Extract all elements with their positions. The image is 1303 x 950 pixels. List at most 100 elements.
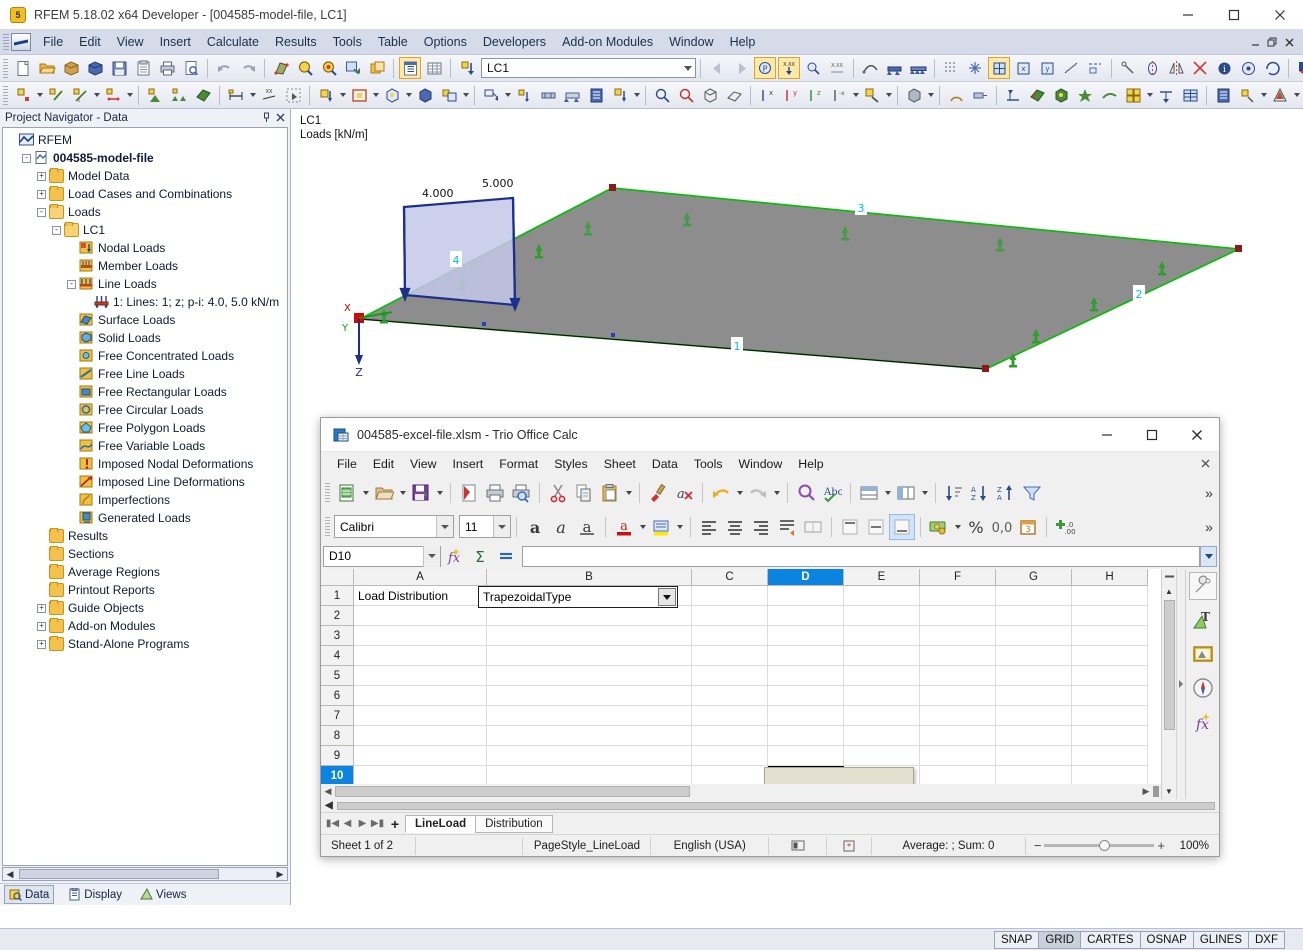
tab-scroll-left-icon[interactable]: ◀ <box>325 800 333 811</box>
column-header-F[interactable]: F <box>920 569 996 586</box>
intersection-button[interactable] <box>1189 57 1211 79</box>
prev-sheet-icon[interactable]: ◀ <box>340 818 355 829</box>
print-report-button[interactable] <box>585 84 607 106</box>
navigator-hscrollbar[interactable]: ◀ ▶ <box>2 867 288 881</box>
cell-D1[interactable] <box>768 586 844 606</box>
sidebar-navigator-icon[interactable] <box>1189 674 1217 702</box>
cell-E3[interactable] <box>844 626 920 646</box>
hscroll-left-icon[interactable]: ◀ <box>321 786 335 797</box>
text-annotation-button[interactable]: XX <box>258 84 280 106</box>
cell-D8[interactable] <box>768 726 844 746</box>
imperfection-dropdown[interactable] <box>461 84 470 106</box>
menu-insert[interactable]: Insert <box>152 32 199 52</box>
last-sheet-icon[interactable]: ▶▮ <box>370 818 385 829</box>
grid-row[interactable]: 2 <box>321 606 1161 626</box>
sum-button[interactable]: Σ <box>467 545 493 567</box>
object-snap-button[interactable] <box>988 57 1010 79</box>
status-toggle-osnap[interactable]: OSNAP <box>1140 931 1194 949</box>
select-all-corner[interactable] <box>321 569 354 586</box>
vscroll-down-icon[interactable]: ▼ <box>1162 784 1177 799</box>
page-style-status[interactable]: PageStyle_LineLoad <box>523 837 651 855</box>
name-box[interactable]: D10 <box>323 546 441 567</box>
insert-nodal-support-button[interactable] <box>144 84 166 106</box>
tree-node-line-loads[interactable]: -Line Loads <box>3 275 287 293</box>
nav-tab-views[interactable]: Views <box>136 886 190 903</box>
cell-A3[interactable] <box>354 626 487 646</box>
member-results2-button[interactable] <box>561 84 583 106</box>
insert-line-support-button[interactable] <box>168 84 190 106</box>
grid-row[interactable]: 10 <box>321 766 1161 784</box>
font-size-input[interactable]: 11 <box>459 515 511 538</box>
cell-E8[interactable] <box>844 726 920 746</box>
new-result-button[interactable] <box>1236 84 1258 106</box>
rfem-maximize-button[interactable] <box>1211 0 1257 30</box>
calc-menu-insert[interactable]: Insert <box>444 454 491 474</box>
cut-button[interactable] <box>545 480 571 506</box>
add-decimal-button[interactable]: .0.00 <box>1052 514 1078 540</box>
nodal-load-dropdown[interactable] <box>338 84 347 106</box>
cell-A6[interactable] <box>354 686 487 706</box>
expand-icon[interactable]: + <box>37 622 46 631</box>
chevron-down-icon[interactable] <box>680 59 695 77</box>
row-header-8[interactable]: 8 <box>321 726 354 746</box>
formula-input[interactable] <box>522 546 1200 567</box>
calc-menu-styles[interactable]: Styles <box>546 454 596 474</box>
load-distribution-dropdown[interactable]: TrapezoidalType <box>478 586 678 608</box>
calc-fmt-grip[interactable] <box>325 517 330 537</box>
find-replace-button[interactable] <box>793 480 819 506</box>
grid-table-button[interactable] <box>423 57 445 79</box>
dimension-dropdown[interactable] <box>248 84 257 106</box>
font-color-dropdown[interactable] <box>637 514 648 540</box>
cell-G10[interactable] <box>996 766 1072 784</box>
printout-report-button[interactable] <box>1212 84 1234 106</box>
cell-D3[interactable] <box>768 626 844 646</box>
split-handle[interactable] <box>1153 786 1159 797</box>
tree-node-1-lines-1-z-p-i-4-0-5-0-kn-m[interactable]: 1: Lines: 1; z; p-i: 4.0, 5.0 kN/m <box>3 293 287 311</box>
free-load-button[interactable] <box>414 84 436 106</box>
cell-D5[interactable] <box>768 666 844 686</box>
row-insert-dropdown[interactable] <box>882 480 893 506</box>
cell-E1[interactable] <box>844 586 920 606</box>
menu-tools[interactable]: Tools <box>325 32 370 52</box>
tree-node-free-variable-loads[interactable]: Free Variable Loads <box>3 437 287 455</box>
formula-expand-button[interactable] <box>1200 546 1217 567</box>
cell-H6[interactable] <box>1072 686 1148 706</box>
zoom-slider-track[interactable] <box>1044 844 1154 847</box>
selection-mode-status[interactable]: * <box>827 837 872 855</box>
tree-node-free-polygon-loads[interactable]: Free Polygon Loads <box>3 419 287 437</box>
work-plane-yz-button[interactable]: y <box>1036 57 1058 79</box>
refresh-button[interactable] <box>1261 57 1283 79</box>
cell-H7[interactable] <box>1072 706 1148 726</box>
view-perspective-button[interactable] <box>723 84 745 106</box>
status-toggle-glines[interactable]: GLINES <box>1193 931 1249 949</box>
navigator-tree[interactable]: RFEM-004585-model-file+Model Data+Load C… <box>2 127 288 866</box>
cell-C2[interactable] <box>692 606 768 626</box>
vscroll-up-icon[interactable]: ▲ <box>1162 584 1177 599</box>
align-middle-button[interactable] <box>863 514 889 540</box>
generate-mesh-dropdown[interactable] <box>503 84 512 106</box>
tree-node-free-rectangular-loads[interactable]: Free Rectangular Loads <box>3 383 287 401</box>
visibility-dropdown[interactable] <box>926 84 935 106</box>
tree-node-add-on-modules[interactable]: +Add-on Modules <box>3 617 287 635</box>
pin-icon[interactable] <box>259 111 273 125</box>
cell-A10[interactable] <box>354 766 487 784</box>
cell-G4[interactable] <box>996 646 1072 666</box>
calc-open-button[interactable] <box>371 480 397 506</box>
bold-button[interactable]: a <box>522 514 548 540</box>
wrap-text-button[interactable] <box>774 514 800 540</box>
status-toggle-cartes[interactable]: CARTES <box>1080 931 1140 949</box>
cell-B5[interactable] <box>487 666 692 686</box>
insert-line-dropdown[interactable] <box>92 84 101 106</box>
tree-node-member-loads[interactable]: Member Loads <box>3 257 287 275</box>
status-toggle-dxf[interactable]: DXF <box>1248 931 1285 949</box>
tree-node-generated-loads[interactable]: Generated Loads <box>3 509 287 527</box>
cell-H5[interactable] <box>1072 666 1148 686</box>
sidebar-collapse-handle[interactable] <box>1176 569 1185 799</box>
horizontal-scrollbar[interactable]: ◀ ▶ <box>321 784 1161 799</box>
zoom-window-button[interactable] <box>342 57 364 79</box>
menu-options[interactable]: Options <box>416 32 475 52</box>
color-scale-dropdown[interactable] <box>1292 84 1301 106</box>
print-button[interactable] <box>156 57 178 79</box>
align-top-button[interactable] <box>837 514 863 540</box>
rfem-minimize-button[interactable] <box>1165 0 1211 30</box>
